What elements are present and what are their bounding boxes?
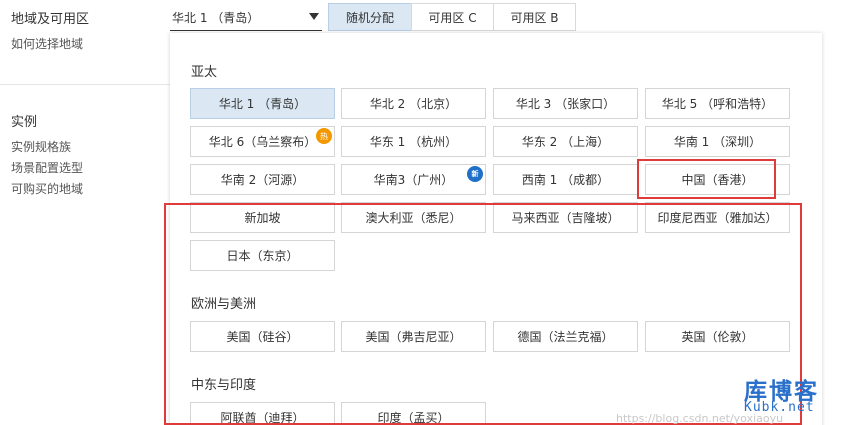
region-dropdown: 亚太 华北 1 （青岛） 华北 2 （北京） 华北 3 （张家口） 华北 5 （… — [170, 33, 822, 425]
region-option[interactable]: 华北 1 （青岛） — [190, 88, 335, 119]
region-option[interactable]: 德国（法兰克福） — [493, 321, 638, 352]
scenario-selection-link[interactable]: 场景配置选型 — [11, 159, 83, 176]
region-option[interactable]: 美国（弗吉尼亚） — [341, 321, 486, 352]
group-title-asia-pacific: 亚太 — [191, 65, 218, 80]
zone-tab-b[interactable]: 可用区 B — [493, 3, 576, 31]
instance-section-title: 实例 — [11, 115, 38, 130]
region-option[interactable]: 华南 1 （深圳） — [645, 126, 790, 157]
region-option[interactable]: 马来西亚（吉隆坡） — [493, 202, 638, 233]
region-option[interactable]: 日本（东京） — [190, 240, 335, 271]
region-option[interactable]: 印度尼西亚（雅加达） — [645, 202, 790, 233]
section-divider — [0, 84, 170, 85]
new-badge-icon: 新 — [467, 166, 483, 182]
region-option[interactable]: 华南 2（河源） — [190, 164, 335, 195]
region-option[interactable]: 华北 6（乌兰察布） — [190, 126, 335, 157]
zone-tab-random[interactable]: 随机分配 — [328, 3, 412, 31]
region-select-value: 华北 1 （青岛） — [172, 10, 260, 25]
zone-tab-c[interactable]: 可用区 C — [411, 3, 494, 31]
region-option[interactable]: 美国（硅谷） — [190, 321, 335, 352]
region-help-link[interactable]: 如何选择地域 — [11, 35, 83, 52]
region-option[interactable]: 华北 5 （呼和浩特） — [645, 88, 790, 119]
region-option[interactable]: 中国（香港） — [645, 164, 790, 195]
group-title-europe-americas: 欧洲与美洲 — [191, 297, 257, 312]
region-option[interactable]: 华东 1 （杭州） — [341, 126, 486, 157]
available-regions-link[interactable]: 可购买的地域 — [11, 180, 83, 197]
region-option[interactable]: 澳大利亚（悉尼） — [341, 202, 486, 233]
region-option[interactable]: 华北 2 （北京） — [341, 88, 486, 119]
zone-tabs: 随机分配 可用区 C 可用区 B — [328, 3, 576, 31]
region-option[interactable]: 西南 1 （成都） — [493, 164, 638, 195]
region-option[interactable]: 英国（伦敦） — [645, 321, 790, 352]
region-select[interactable]: 华北 1 （青岛） — [170, 4, 322, 31]
region-option[interactable]: 阿联酋（迪拜） — [190, 402, 335, 425]
region-option[interactable]: 华东 2 （上海） — [493, 126, 638, 157]
group-title-middle-east-india: 中东与印度 — [191, 378, 257, 393]
region-option[interactable]: 印度（孟买） — [341, 402, 486, 425]
watermark-url: https://blog.csdn.net/yoxiaoyu — [616, 412, 784, 425]
region-option[interactable]: 华南3（广州） — [341, 164, 486, 195]
instance-family-link[interactable]: 实例规格族 — [11, 138, 71, 155]
hot-badge-icon: 热 — [316, 128, 332, 144]
region-section-title: 地域及可用区 — [11, 12, 90, 27]
caret-down-icon — [309, 13, 319, 20]
region-option[interactable]: 华北 3 （张家口） — [493, 88, 638, 119]
region-option[interactable]: 新加坡 — [190, 202, 335, 233]
